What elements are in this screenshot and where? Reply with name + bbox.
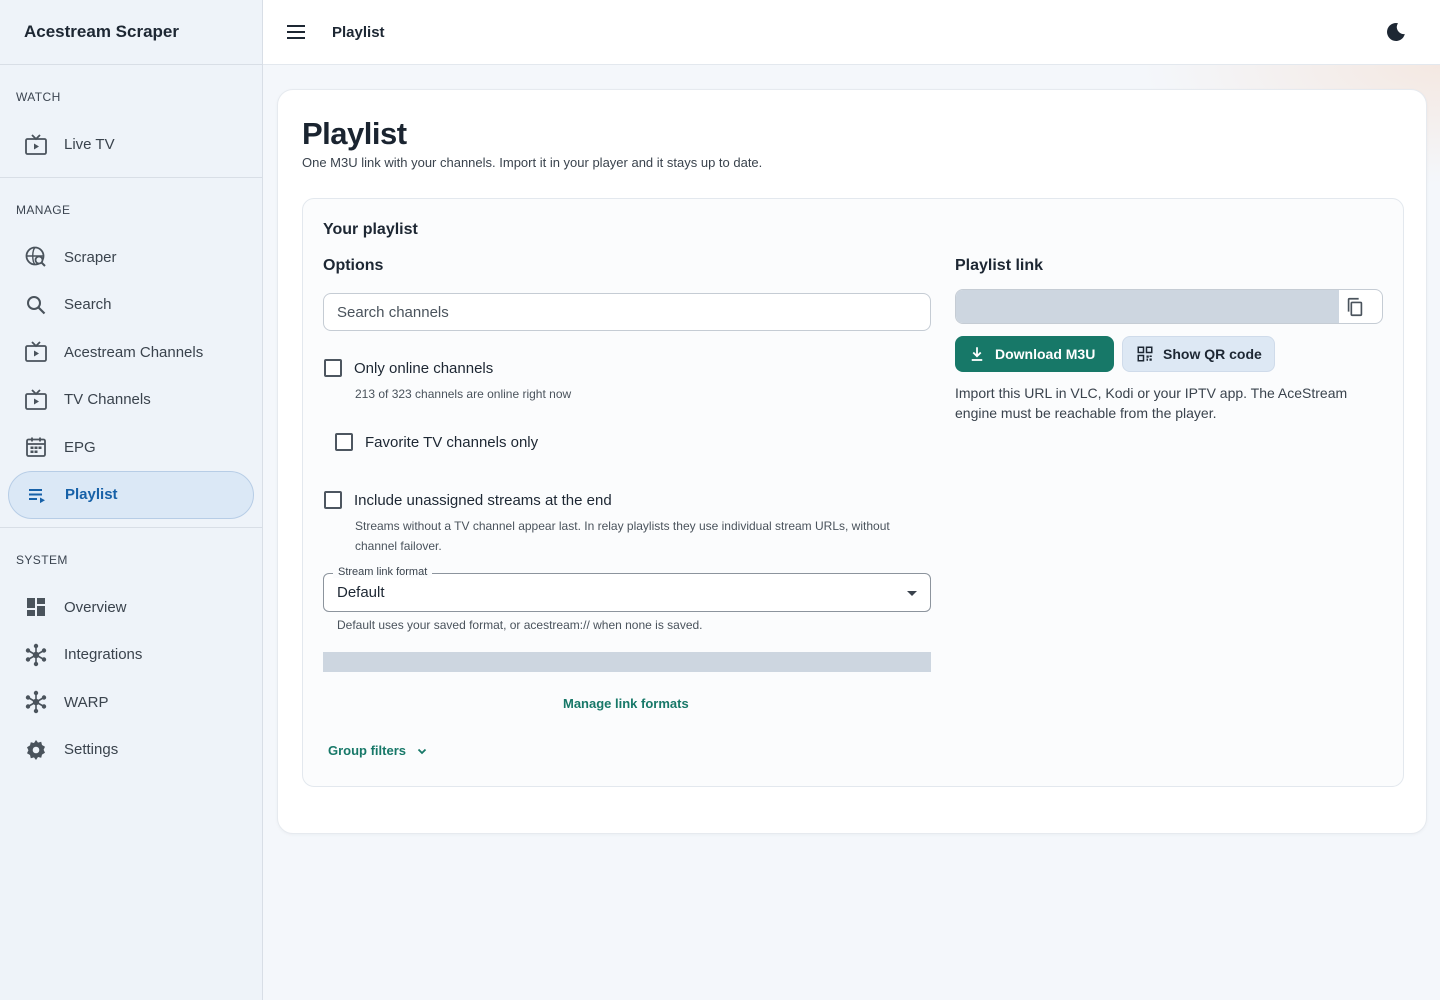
only-online-label: Only online channels <box>354 360 494 377</box>
gear-icon <box>24 738 48 762</box>
sidebar-item-label: Live TV <box>64 136 115 154</box>
sidebar-item-label: Search <box>64 296 112 314</box>
sidebar-item-label: Settings <box>64 741 119 759</box>
manage-link-formats-button[interactable]: Manage link formats <box>563 696 689 711</box>
group-filters-toggle[interactable]: Group filters <box>328 743 428 758</box>
dark-mode-icon[interactable] <box>1384 20 1408 44</box>
nav-section-system: SYSTEM Overview Integrations WARP Settin… <box>0 528 262 782</box>
sidebar-item-overview[interactable]: Overview <box>0 584 254 632</box>
import-help-line-1: Import this URL in VLC, Kodi or your IPT… <box>955 385 1348 401</box>
app-title: Acestream Scraper <box>0 0 262 65</box>
menu-icon[interactable] <box>284 20 308 44</box>
sidebar-item-label: Overview <box>64 598 127 616</box>
dashboard-icon <box>24 595 48 619</box>
download-m3u-button[interactable]: Download M3U <box>955 336 1114 372</box>
sidebar: Acestream Scraper WATCH Live TV MANAGE S… <box>0 0 263 1000</box>
download-label: Download M3U <box>995 346 1096 362</box>
nav-section-watch: WATCH Live TV <box>0 65 262 178</box>
favorites-label: Favorite TV channels only <box>365 434 539 451</box>
sidebar-item-label: Integrations <box>64 646 143 664</box>
search-channels-input[interactable] <box>323 293 931 331</box>
topbar-title: Playlist <box>332 23 385 41</box>
section-label-watch: WATCH <box>16 90 61 104</box>
playlist-url-field[interactable] <box>955 289 1383 324</box>
unassigned-label: Include unassigned streams at the end <box>354 492 612 509</box>
hub-icon <box>24 690 48 714</box>
only-online-help: 213 of 323 channels are online right now <box>355 387 572 401</box>
sidebar-item-label: Acestream Channels <box>64 343 204 361</box>
sidebar-item-label: EPG <box>64 438 96 456</box>
favorites-checkbox[interactable] <box>335 433 353 451</box>
stream-link-format-select[interactable]: Stream link format Default <box>323 566 931 612</box>
tv-play-icon <box>24 388 48 412</box>
globe-search-icon <box>24 245 48 269</box>
sidebar-item-live-tv[interactable]: Live TV <box>0 121 254 169</box>
calendar-icon <box>24 435 48 459</box>
page-title: Playlist <box>302 116 407 151</box>
sidebar-item-settings[interactable]: Settings <box>0 726 254 774</box>
sidebar-item-search[interactable]: Search <box>0 281 254 329</box>
download-icon <box>967 344 987 364</box>
playlist-link-heading: Playlist link <box>955 257 1044 274</box>
select-value: Default <box>337 584 385 601</box>
stream-format-help: Default uses your saved format, or acest… <box>337 618 703 632</box>
sidebar-item-label: WARP <box>64 693 109 711</box>
page-subtitle: One M3U link with your channels. Import … <box>302 155 763 170</box>
only-online-checkbox[interactable] <box>324 359 342 377</box>
section-label-manage: MANAGE <box>16 202 71 217</box>
sidebar-item-tv-channels[interactable]: TV Channels <box>0 376 254 424</box>
unassigned-help-line-1: Streams without a TV channel appear last… <box>355 519 890 533</box>
sidebar-item-warp[interactable]: WARP <box>0 679 254 727</box>
qr-label: Show QR code <box>1163 346 1262 362</box>
options-heading: Options <box>323 257 384 274</box>
tv-play-icon <box>24 340 48 364</box>
playlist-icon <box>25 483 49 507</box>
sidebar-item-label: Playlist <box>65 486 118 504</box>
sidebar-item-label: Scraper <box>64 248 117 266</box>
import-help-line-2: engine must be reachable from the player… <box>955 405 1217 421</box>
chevron-down-icon <box>416 745 428 757</box>
hub-icon <box>24 643 48 667</box>
sidebar-item-integrations[interactable]: Integrations <box>0 631 254 679</box>
main-card: Playlist One M3U link with your channels… <box>277 89 1427 834</box>
sidebar-item-acestream-channels[interactable]: Acestream Channels <box>0 329 254 377</box>
show-qr-button[interactable]: Show QR code <box>1122 336 1275 372</box>
topbar: Playlist <box>263 0 1440 65</box>
sidebar-item-epg[interactable]: EPG <box>0 424 254 472</box>
unassigned-help-line-2: channel failover. <box>355 539 442 553</box>
tv-play-icon <box>24 133 48 157</box>
import-help: Import this URL in VLC, Kodi or your IPT… <box>955 383 1375 423</box>
sidebar-item-playlist[interactable]: Playlist <box>8 471 254 519</box>
sidebar-item-label: TV Channels <box>64 391 151 409</box>
select-legend: Stream link format <box>333 566 433 578</box>
dropdown-arrow-icon <box>907 591 917 596</box>
nav-section-manage: MANAGE Scraper Search Acestream Channels… <box>0 178 262 528</box>
unassigned-checkbox[interactable] <box>324 491 342 509</box>
sidebar-item-scraper[interactable]: Scraper <box>0 234 254 282</box>
url-placeholder <box>956 290 1339 323</box>
playlist-panel: Your playlist Options Only online channe… <box>302 198 1404 787</box>
qr-code-icon <box>1135 344 1155 364</box>
loading-placeholder <box>323 652 931 672</box>
search-icon <box>24 293 48 317</box>
panel-heading: Your playlist <box>323 221 418 238</box>
section-label-system: SYSTEM <box>16 552 68 567</box>
copy-icon[interactable] <box>1344 296 1366 318</box>
group-filters-label: Group filters <box>328 743 407 758</box>
